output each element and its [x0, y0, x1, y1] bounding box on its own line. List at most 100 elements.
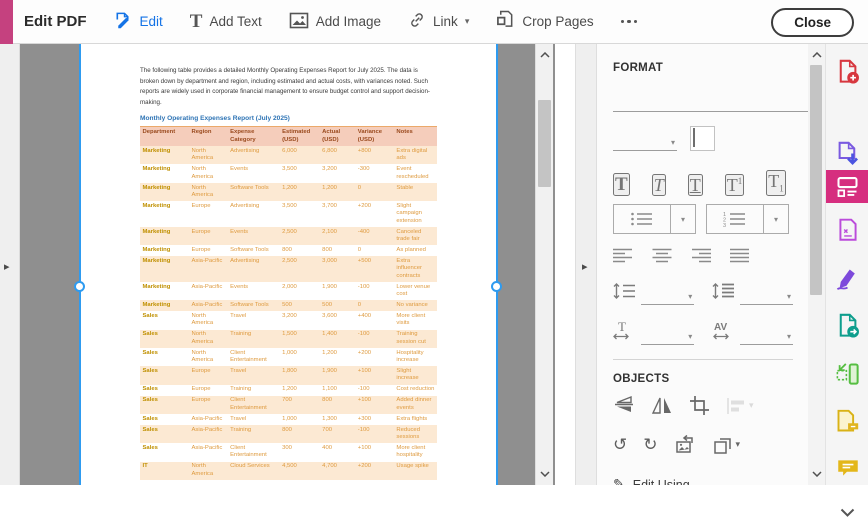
table-cell[interactable]: Europe — [189, 366, 228, 384]
table-cell[interactable]: Training — [228, 385, 280, 396]
table-cell[interactable]: Europe — [189, 201, 228, 227]
table-cell[interactable]: 2,500 — [280, 256, 320, 282]
bold-button[interactable]: T — [613, 172, 630, 196]
align-right-button[interactable] — [691, 248, 711, 263]
table-cell[interactable]: Slight increase — [394, 366, 437, 384]
table-cell[interactable]: Travel — [228, 311, 280, 329]
character-spacing-select[interactable]: ▾ — [739, 325, 793, 345]
table-cell[interactable]: Sales — [140, 311, 189, 329]
table-cell[interactable]: North America — [189, 146, 228, 164]
scrollbar-thumb[interactable] — [538, 100, 551, 187]
table-cell[interactable]: Marketing — [140, 183, 189, 201]
intro-paragraph[interactable]: The following table provides a detailed … — [140, 66, 437, 108]
table-cell[interactable]: +100 — [355, 366, 394, 384]
table-cell[interactable]: 2,500 — [280, 227, 320, 245]
align-justify-button[interactable] — [730, 248, 750, 263]
scroll-up-icon[interactable] — [536, 46, 553, 64]
panel-scroll-down-icon[interactable] — [808, 465, 825, 483]
table-cell[interactable]: Events — [228, 164, 280, 182]
table-cell[interactable]: Marketing — [140, 146, 189, 164]
table-cell[interactable]: Sales — [140, 396, 189, 414]
paragraph-spacing-select[interactable]: ▾ — [739, 285, 793, 305]
expand-left-panel-icon[interactable]: ▸ — [4, 260, 10, 273]
table-cell[interactable]: 700 — [280, 396, 320, 414]
comment-tool[interactable] — [826, 451, 868, 485]
superscript-button[interactable]: T1 — [724, 173, 745, 196]
table-cell[interactable]: More client visits — [394, 311, 437, 329]
column-header[interactable]: Estimated (USD) — [279, 126, 320, 147]
prepare-form-tool[interactable] — [826, 213, 868, 247]
table-cell[interactable]: 800 — [320, 396, 356, 414]
table-cell[interactable]: 300 — [280, 443, 320, 461]
table-cell[interactable]: 3,700 — [320, 201, 356, 227]
table-cell[interactable]: Hospitality increase — [394, 348, 437, 366]
table-cell[interactable]: Asia-Pacific — [189, 256, 228, 282]
table-cell[interactable]: 500 — [280, 300, 320, 311]
close-button[interactable]: Close — [771, 8, 854, 37]
table-cell[interactable]: 6,000 — [280, 146, 320, 164]
table-cell[interactable]: Asia-Pacific — [189, 282, 228, 300]
table-cell[interactable]: Marketing — [140, 282, 189, 300]
flip-vertical-button[interactable] — [613, 395, 635, 416]
table-cell[interactable]: 1,000 — [280, 414, 320, 425]
align-objects-button[interactable]: ▾ — [726, 397, 754, 415]
table-cell[interactable]: -100 — [355, 282, 394, 300]
align-left-button[interactable] — [613, 248, 633, 263]
table-cell[interactable]: Sales — [140, 330, 189, 348]
table-cell[interactable]: Sales — [140, 366, 189, 384]
table-cell[interactable]: 0 — [355, 183, 394, 201]
table-cell[interactable]: 3,000 — [320, 256, 356, 282]
table-cell[interactable]: North America — [189, 164, 228, 182]
underline-button[interactable]: T — [687, 173, 703, 196]
table-cell[interactable]: +400 — [355, 311, 394, 329]
table-cell[interactable]: Marketing — [140, 245, 189, 256]
table-cell[interactable]: +500 — [355, 256, 394, 282]
table-cell[interactable]: 3,200 — [280, 311, 320, 329]
more-tools-button[interactable] — [826, 500, 868, 524]
table-cell[interactable]: Travel — [228, 366, 280, 384]
left-panel-strip[interactable]: ▸ — [0, 44, 20, 485]
expand-panel-icon[interactable]: ▸ — [582, 260, 588, 273]
selection-handle-left[interactable] — [74, 281, 85, 292]
edit-button[interactable]: Edit — [113, 11, 163, 33]
table-cell[interactable]: IT — [140, 462, 189, 480]
table-cell[interactable]: 1,200 — [320, 348, 356, 366]
create-pdf-tool[interactable] — [826, 54, 868, 88]
table-cell[interactable]: -100 — [355, 425, 394, 443]
replace-image-button[interactable] — [674, 434, 697, 455]
table-cell[interactable]: Reduced sessions — [394, 425, 437, 443]
table-cell[interactable]: Extra flights — [394, 414, 437, 425]
crop-pages-button[interactable]: Crop Pages — [496, 10, 594, 33]
column-header[interactable]: Actual (USD) — [319, 126, 356, 147]
selection-handle-right[interactable] — [491, 281, 502, 292]
table-cell[interactable]: 1,400 — [320, 330, 356, 348]
table-cell[interactable]: Asia-Pacific — [189, 425, 228, 443]
table-cell[interactable]: 1,200 — [280, 385, 320, 396]
table-cell[interactable]: +100 — [355, 443, 394, 461]
table-cell[interactable]: 1,900 — [320, 366, 356, 384]
table-cell[interactable]: 0 — [355, 300, 394, 311]
crop-resize-tool[interactable] — [826, 356, 868, 390]
table-cell[interactable]: Software Tools — [228, 300, 280, 311]
table-cell[interactable]: Europe — [189, 396, 228, 414]
table-cell[interactable]: Events — [228, 282, 280, 300]
table-cell[interactable]: Europe — [189, 245, 228, 256]
crop-object-button[interactable] — [689, 395, 710, 416]
table-cell[interactable]: Event rescheduled — [394, 164, 437, 182]
edit-using-button[interactable]: ✎ Edit Using — [613, 476, 793, 485]
add-image-button[interactable]: Add Image — [289, 12, 381, 32]
table-cell[interactable]: Software Tools — [228, 245, 280, 256]
table-cell[interactable]: 700 — [320, 425, 356, 443]
table-cell[interactable]: Asia-Pacific — [189, 300, 228, 311]
table-cell[interactable]: 3,500 — [280, 201, 320, 227]
table-cell[interactable]: Training session cut — [394, 330, 437, 348]
panel-scrollbar-thumb[interactable] — [810, 65, 822, 295]
table-cell[interactable]: Software Tools — [228, 183, 280, 201]
font-size-select[interactable]: ▾ — [613, 129, 677, 151]
document-comment-tool[interactable] — [826, 404, 868, 438]
table-cell[interactable]: 500 — [320, 300, 356, 311]
table-cell[interactable]: Extra digital ads — [394, 146, 437, 164]
table-cell[interactable]: Sales — [140, 348, 189, 366]
table-cell[interactable]: Marketing — [140, 201, 189, 227]
table-cell[interactable]: North America — [189, 183, 228, 201]
